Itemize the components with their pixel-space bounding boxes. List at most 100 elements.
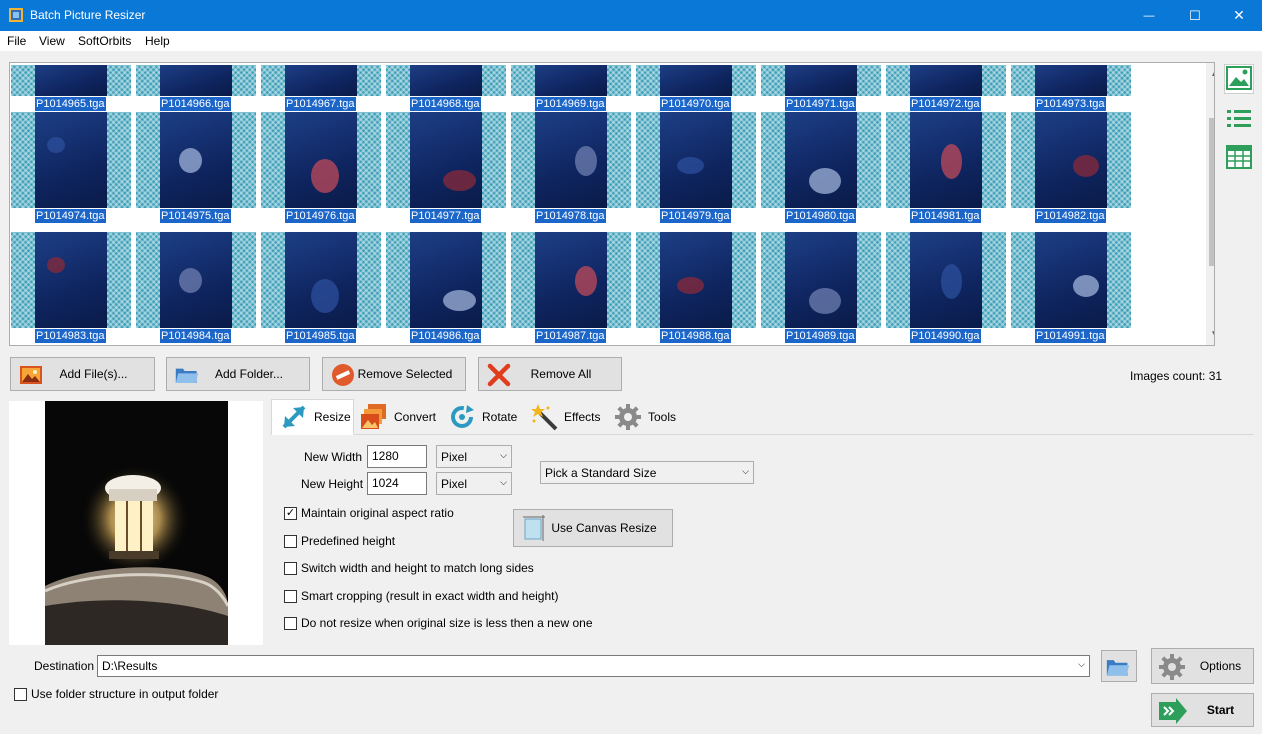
- gallery-thumbnail[interactable]: P1014991.tga: [1011, 232, 1131, 344]
- tab-tools[interactable]: Tools: [614, 399, 684, 435]
- image-gallery[interactable]: ▲ ▼ P1014965.tga P1014966.tga P1014967.tga…: [9, 62, 1215, 346]
- predefined-height-checkbox[interactable]: Predefined height: [284, 534, 395, 548]
- gallery-thumbnail[interactable]: P1014976.tga: [261, 112, 381, 223]
- thumbnail-detail: [311, 279, 339, 313]
- new-height-input[interactable]: 1024: [367, 472, 427, 495]
- use-folder-structure-checkbox[interactable]: Use folder structure in output folder: [14, 687, 218, 701]
- gallery-thumbnail[interactable]: P1014974.tga: [11, 112, 131, 223]
- thumbnail-filename: P1014988.tga: [660, 329, 731, 343]
- chevron-down-icon: ⌵: [500, 450, 507, 460]
- gallery-thumbnail[interactable]: P1014989.tga: [761, 232, 881, 343]
- scroll-up-icon[interactable]: ▲: [1210, 68, 1214, 79]
- menu-view[interactable]: View: [39, 34, 65, 48]
- tab-resize[interactable]: Resize: [271, 399, 354, 435]
- menu-file[interactable]: File: [7, 34, 26, 48]
- gallery-thumbnail[interactable]: P1014988.tga: [636, 232, 756, 343]
- height-unit-value: Pixel: [441, 477, 468, 491]
- gallery-thumbnail[interactable]: P1014978.tga: [511, 112, 631, 223]
- chevron-down-icon[interactable]: ⌵: [1078, 659, 1085, 670]
- maintain-aspect-checkbox[interactable]: ✓ Maintain original aspect ratio: [284, 506, 454, 520]
- thumbnail-image: [535, 232, 607, 328]
- scroll-down-icon[interactable]: ▼: [1210, 329, 1214, 340]
- gallery-thumbnail[interactable]: P1014990.tga: [886, 232, 1006, 343]
- gallery-thumbnail[interactable]: P1014984.tga: [136, 232, 256, 343]
- thumbnail-detail: [941, 144, 962, 179]
- height-unit-select[interactable]: Pixel ⌵: [436, 472, 512, 495]
- close-button[interactable]: ✕: [1216, 0, 1262, 31]
- gallery-thumbnail[interactable]: P1014987.tga: [511, 232, 631, 343]
- thumbnails-view-button[interactable]: [1224, 64, 1254, 94]
- thumbnail-image: [785, 232, 857, 328]
- rotate-icon: [448, 403, 476, 431]
- gallery-thumbnail[interactable]: P1014977.tga: [386, 112, 506, 223]
- gallery-thumbnail[interactable]: P1014979.tga: [636, 112, 756, 223]
- tab-resize-label: Resize: [314, 410, 351, 424]
- maximize-button[interactable]: ☐: [1172, 0, 1218, 31]
- options-button[interactable]: Options: [1151, 648, 1254, 684]
- thumbnail-image: [285, 112, 357, 208]
- tab-tools-label: Tools: [648, 410, 677, 424]
- smart-cropping-label: Smart cropping (result in exact width an…: [301, 589, 559, 603]
- menu-softorbits[interactable]: SoftOrbits: [78, 34, 131, 48]
- thumbnail-filename: P1014976.tga: [285, 209, 356, 223]
- use-folder-structure-label: Use folder structure in output folder: [31, 687, 219, 701]
- thumbnail-filename: P1014970.tga: [660, 97, 731, 111]
- gallery-thumbnail[interactable]: P1014981.tga: [886, 112, 1006, 223]
- gallery-thumbnail[interactable]: P1014982.tga: [1011, 112, 1131, 223]
- chevron-down-icon: ⌵: [742, 466, 749, 476]
- minimize-button[interactable]: —: [1126, 0, 1172, 31]
- remove-all-button[interactable]: Remove All: [478, 357, 622, 391]
- thumbnail-filename: P1014974.tga: [35, 209, 106, 223]
- thumbnail-filename: P1014965.tga: [35, 97, 106, 111]
- menu-help[interactable]: Help: [145, 34, 170, 48]
- thumbnail-filename: P1014983.tga: [35, 329, 106, 343]
- standard-size-value: Pick a Standard Size: [545, 466, 657, 480]
- width-unit-select[interactable]: Pixel ⌵: [436, 445, 512, 468]
- remove-selected-button[interactable]: Remove Selected: [322, 357, 466, 391]
- table-view-button[interactable]: [1224, 143, 1254, 173]
- tab-effects[interactable]: Effects: [530, 399, 606, 435]
- smart-cropping-checkbox[interactable]: Smart cropping (result in exact width an…: [284, 589, 558, 603]
- do-not-resize-checkbox[interactable]: Do not resize when original size is less…: [284, 616, 593, 630]
- menu-bar: File View SoftOrbits Help: [0, 31, 1262, 51]
- tab-convert[interactable]: Convert: [360, 399, 440, 435]
- destination-input[interactable]: D:\Results ⌵: [97, 655, 1090, 677]
- start-button[interactable]: Start: [1151, 693, 1254, 727]
- scrollbar-thumb[interactable]: [1209, 118, 1214, 266]
- standard-size-select[interactable]: Pick a Standard Size ⌵: [540, 461, 754, 484]
- gallery-thumbnail[interactable]: P1014983.tga: [11, 232, 131, 343]
- tab-rotate[interactable]: Rotate: [448, 399, 524, 435]
- add-files-label: Add File(s)...: [59, 367, 128, 381]
- thumbnail-detail: [443, 170, 476, 191]
- remove-all-label: Remove All: [530, 367, 592, 381]
- minimize-icon: —: [1143, 9, 1155, 22]
- thumbnail-detail: [179, 148, 202, 173]
- thumbnail-image: [1035, 65, 1107, 96]
- tab-effects-label: Effects: [564, 410, 601, 424]
- tab-convert-label: Convert: [394, 410, 437, 424]
- thumbnail-filename: P1014977.tga: [410, 209, 481, 223]
- gallery-thumbnail[interactable]: P1014980.tga: [761, 112, 881, 223]
- gallery-thumbnail[interactable]: P1014986.tga: [386, 232, 506, 343]
- add-folder-button[interactable]: Add Folder...: [166, 357, 310, 391]
- thumbnail-image: [410, 65, 482, 96]
- thumbnail-image: [785, 65, 857, 96]
- gallery-scrollbar[interactable]: ▲ ▼: [1206, 63, 1214, 345]
- gallery-thumbnail[interactable]: P1014985.tga: [261, 232, 381, 343]
- browse-folder-button[interactable]: [1101, 650, 1137, 682]
- tab-rotate-label: Rotate: [482, 410, 518, 424]
- new-width-input[interactable]: 1280: [367, 445, 427, 468]
- thumbnail-image: [285, 65, 357, 96]
- gallery-thumbnail[interactable]: P1014975.tga: [136, 112, 256, 223]
- convert-icon: [360, 403, 388, 431]
- checkbox-icon: [284, 534, 297, 548]
- use-canvas-resize-button[interactable]: Use Canvas Resize: [513, 509, 673, 547]
- switch-width-height-checkbox[interactable]: Switch width and height to match long si…: [284, 561, 534, 575]
- thumbnail-filename: P1014990.tga: [910, 329, 981, 343]
- add-files-button[interactable]: Add File(s)...: [10, 357, 155, 391]
- thumbnail-image: [35, 232, 107, 328]
- thumbnail-filename: P1014979.tga: [660, 209, 731, 223]
- list-view-button[interactable]: [1224, 105, 1254, 135]
- maintain-aspect-label: Maintain original aspect ratio: [301, 506, 454, 520]
- thumbnail-detail: [1073, 275, 1099, 297]
